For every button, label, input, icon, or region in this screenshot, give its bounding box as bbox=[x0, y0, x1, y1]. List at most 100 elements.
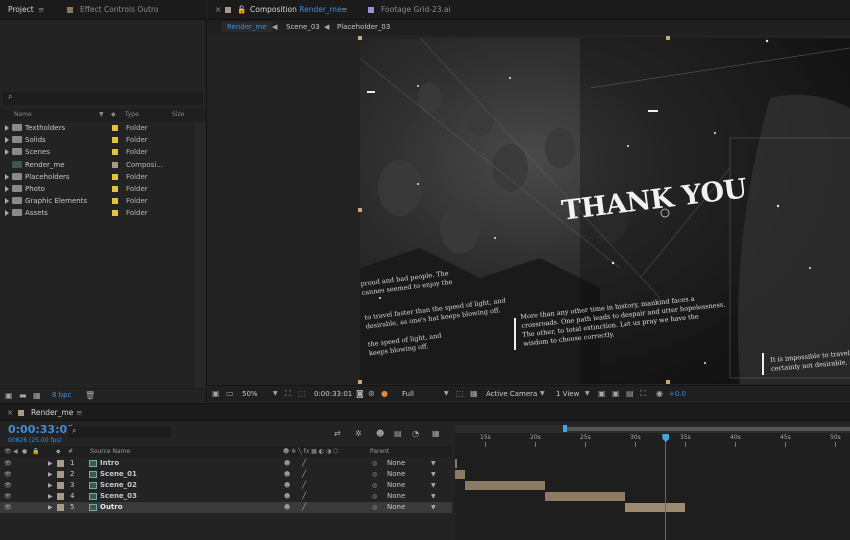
navigator-start-handle[interactable] bbox=[563, 425, 567, 432]
layer-duration-bar[interactable] bbox=[455, 459, 457, 468]
layer-row[interactable]: 👁 ▶ 1 Intro ☻ ╱ ◎ None ▼ bbox=[0, 458, 452, 469]
shy-switch-icon[interactable]: ☻ bbox=[284, 480, 290, 491]
pick-whip-icon[interactable]: ◎ bbox=[372, 491, 377, 502]
label-swatch[interactable] bbox=[112, 186, 118, 192]
label-swatch[interactable] bbox=[112, 125, 118, 131]
time-navigator[interactable] bbox=[455, 425, 850, 433]
shy-switch-icon[interactable]: ☻ bbox=[284, 502, 290, 513]
column-name[interactable]: Name bbox=[14, 111, 32, 118]
panel-menu-icon[interactable]: ≡ bbox=[341, 0, 347, 20]
label-swatch[interactable] bbox=[112, 149, 118, 156]
breadcrumb-item[interactable]: Placeholder_03 bbox=[337, 23, 390, 31]
flowchart-icon[interactable]: ⛶ bbox=[640, 389, 646, 399]
bpc-indicator[interactable]: 8 bpc bbox=[52, 391, 71, 399]
fast-preview-icon[interactable]: ▣ bbox=[612, 389, 620, 399]
expand-triangle-icon[interactable]: ▶ bbox=[48, 458, 53, 469]
monitor-icon[interactable]: ▭ bbox=[226, 389, 234, 399]
column-size[interactable]: Size bbox=[172, 111, 184, 118]
layer-name[interactable]: Scene_01 bbox=[100, 469, 137, 480]
region-icon[interactable]: ⬚ bbox=[456, 389, 464, 399]
label-swatch[interactable] bbox=[57, 460, 64, 467]
corner-handle[interactable] bbox=[666, 380, 670, 384]
eye-icon[interactable]: 👁 bbox=[4, 480, 12, 491]
corner-handle[interactable] bbox=[358, 208, 362, 212]
chevron-down-icon[interactable]: ▼ bbox=[431, 491, 436, 502]
chevron-down-icon[interactable]: ▼ bbox=[431, 469, 436, 480]
parent-dropdown[interactable]: None bbox=[387, 491, 405, 502]
timeline-tracks[interactable] bbox=[455, 447, 850, 540]
new-composition-icon[interactable]: ▦ bbox=[33, 391, 41, 401]
collapse-switch-icon[interactable]: ╱ bbox=[302, 480, 306, 491]
zoom-dropdown[interactable]: 50% bbox=[242, 390, 258, 398]
grid-icon[interactable]: ⬚ bbox=[298, 389, 306, 399]
parent-dropdown[interactable]: None bbox=[387, 469, 405, 480]
project-item[interactable]: Placeholders Folder bbox=[0, 171, 194, 183]
layer-name[interactable]: Scene_03 bbox=[100, 491, 137, 502]
shy-switch-icon[interactable]: ☻ bbox=[284, 469, 290, 480]
timeline-icon[interactable]: ▤ bbox=[626, 389, 634, 399]
chevron-down-icon[interactable]: ▼ bbox=[585, 389, 590, 399]
expand-triangle-icon[interactable] bbox=[5, 210, 9, 217]
layer-search-input[interactable]: ⌕ bbox=[68, 426, 170, 438]
fit-icon[interactable]: ⛶ bbox=[285, 389, 291, 399]
column-source-name[interactable]: Source Name bbox=[90, 446, 130, 457]
label-swatch[interactable] bbox=[57, 504, 64, 511]
label-swatch[interactable] bbox=[112, 137, 118, 144]
project-item[interactable]: Graphic Elements Folder bbox=[0, 195, 194, 207]
eye-icon[interactable]: 👁 bbox=[4, 458, 12, 469]
exposure-value[interactable]: +0.0 bbox=[669, 390, 686, 398]
chevron-down-icon[interactable]: ▼ bbox=[540, 389, 545, 399]
composition-canvas[interactable]: THANK YOU proud and bad people. The cann… bbox=[360, 38, 850, 384]
chevron-down-icon[interactable]: ▼ bbox=[431, 502, 436, 513]
panel-menu-icon[interactable]: ≡ bbox=[38, 0, 44, 20]
tab-project[interactable]: Project bbox=[8, 0, 34, 20]
eye-icon[interactable]: 👁 bbox=[4, 469, 12, 480]
eye-icon[interactable]: 👁 bbox=[4, 491, 12, 502]
corner-handle[interactable] bbox=[666, 36, 670, 40]
label-swatch[interactable] bbox=[57, 493, 64, 500]
layer-row[interactable]: 👁 ▶ 4 Scene_03 ☻ ╱ ◎ None ▼ bbox=[0, 491, 452, 502]
parent-dropdown[interactable]: None bbox=[387, 458, 405, 469]
new-folder-icon[interactable]: ▬ bbox=[19, 391, 27, 401]
panel-menu-icon[interactable]: ≡ bbox=[76, 404, 82, 421]
corner-handle[interactable] bbox=[358, 380, 362, 384]
color-icon[interactable]: ● bbox=[381, 389, 388, 399]
shy-switch-icon[interactable]: ☻ bbox=[284, 458, 290, 469]
timecode-display[interactable]: 0:00:33:01 bbox=[314, 390, 352, 398]
pick-whip-icon[interactable]: ◎ bbox=[372, 480, 377, 491]
label-swatch[interactable] bbox=[57, 482, 64, 489]
project-item[interactable]: Solids Folder bbox=[0, 134, 194, 146]
frame-blending-icon[interactable]: ▤ bbox=[394, 429, 402, 439]
motion-blur-icon[interactable]: ◔ bbox=[412, 429, 419, 439]
toggle-pixel-icon[interactable]: ▣ bbox=[598, 389, 606, 399]
expand-triangle-icon[interactable]: ▶ bbox=[48, 469, 53, 480]
graph-editor-icon[interactable]: ▦ bbox=[432, 429, 440, 439]
layer-row[interactable]: 👁 ▶ 2 Scene_01 ☻ ╱ ◎ None ▼ bbox=[0, 469, 452, 480]
interpret-footage-icon[interactable]: ▣ bbox=[5, 391, 13, 401]
shy-switch-icon[interactable]: ☻ bbox=[284, 491, 290, 502]
chevron-down-icon[interactable]: ▼ bbox=[431, 458, 436, 469]
parent-dropdown[interactable]: None bbox=[387, 502, 405, 513]
layer-duration-bar[interactable] bbox=[465, 481, 545, 490]
draft-3d-icon[interactable]: ✲ bbox=[355, 429, 362, 439]
tab-effect-controls[interactable]: Effect Controls Outro bbox=[80, 0, 158, 20]
eye-icon[interactable]: 👁 bbox=[4, 502, 12, 513]
layer-row[interactable]: 👁 ▶ 3 Scene_02 ☻ ╱ ◎ None ▼ bbox=[0, 480, 452, 491]
chevron-down-icon[interactable]: ▼ bbox=[273, 389, 278, 399]
work-area-bar[interactable] bbox=[566, 427, 850, 431]
column-type[interactable]: Type bbox=[125, 111, 139, 118]
label-swatch[interactable] bbox=[112, 210, 118, 217]
expand-triangle-icon[interactable]: ▶ bbox=[48, 491, 53, 502]
expand-triangle-icon[interactable]: ▶ bbox=[48, 480, 53, 491]
always-preview-icon[interactable]: ▣ bbox=[212, 389, 220, 399]
collapse-switch-icon[interactable]: ╱ bbox=[302, 491, 306, 502]
tab-composition[interactable]: Composition Render_me bbox=[250, 0, 342, 20]
pick-whip-icon[interactable]: ◎ bbox=[372, 458, 377, 469]
lock-icon[interactable]: 🔓 bbox=[237, 0, 246, 20]
pick-whip-icon[interactable]: ◎ bbox=[372, 469, 377, 480]
comp-mini-flowchart-icon[interactable]: ⇄ bbox=[334, 429, 341, 439]
layer-name[interactable]: Intro bbox=[100, 458, 119, 469]
label-swatch[interactable] bbox=[112, 173, 118, 180]
expand-triangle-icon[interactable] bbox=[5, 125, 9, 131]
resolution-dropdown[interactable]: Full bbox=[402, 390, 414, 398]
